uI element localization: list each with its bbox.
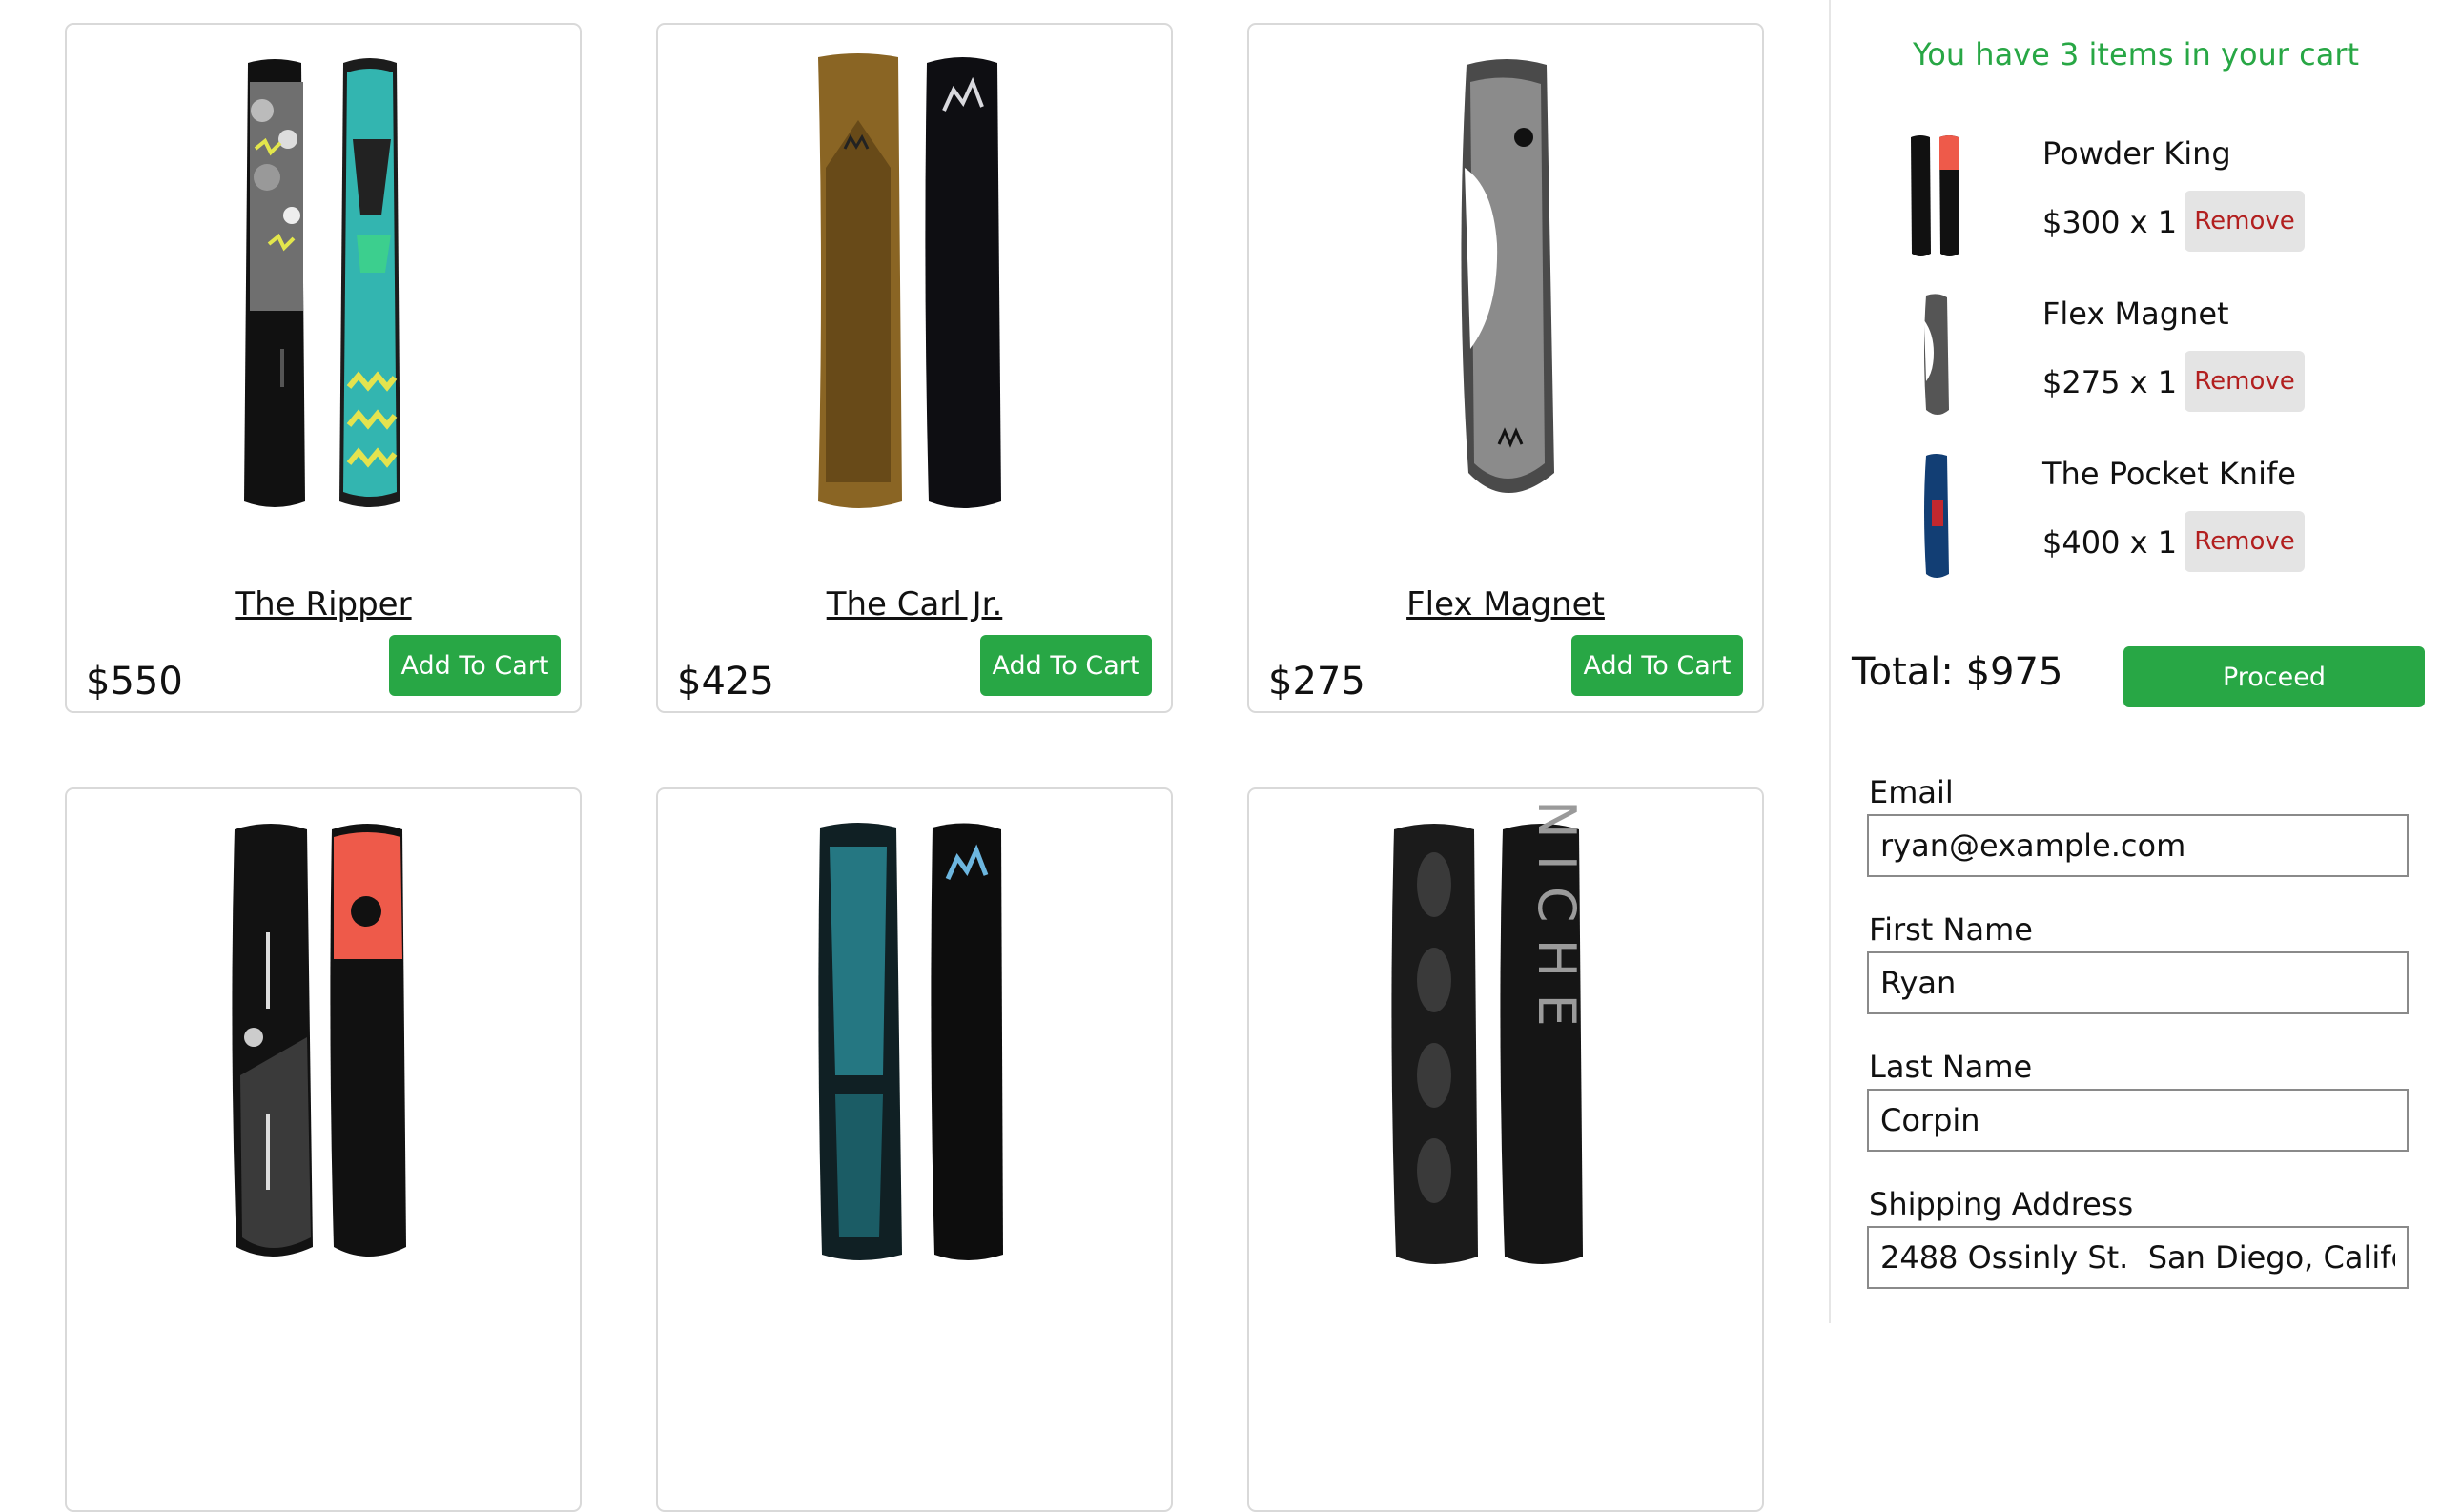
product-card: N I C H E: [1247, 787, 1764, 1512]
cart-heading: You have 3 items in your cart: [1912, 36, 2360, 72]
remove-button[interactable]: Remove: [2185, 191, 2305, 252]
product-name[interactable]: The Carl Jr.: [658, 585, 1171, 623]
product-card: [65, 787, 582, 1512]
product-card: [656, 787, 1173, 1512]
email-label: Email: [1869, 774, 1954, 810]
product-name[interactable]: Flex Magnet: [1249, 585, 1762, 623]
product-price: $550: [86, 660, 183, 704]
niche-board-text: N I C H E: [1527, 800, 1587, 1026]
cart-item-name: The Pocket Knife: [2042, 456, 2296, 492]
cart-item-price-qty: $400 x 1: [2042, 524, 2178, 561]
product-grid: The Ripper $550 Add To Cart The Carl Jr.…: [0, 0, 1829, 1512]
cart-item: The Pocket Knife $400 x 1 Remove: [1831, 452, 2441, 604]
email-field[interactable]: [1867, 814, 2409, 877]
product-card: Flex Magnet $275 Add To Cart: [1247, 23, 1764, 713]
product-image[interactable]: [658, 789, 1171, 1323]
product-price: $425: [677, 660, 774, 704]
product-image[interactable]: [658, 25, 1171, 559]
product-name[interactable]: The Ripper: [67, 585, 580, 623]
cart-item-thumbnail: [1924, 454, 1949, 578]
cart-item-thumbnail: [1911, 135, 1959, 256]
cart-item-name: Flex Magnet: [2042, 296, 2229, 332]
last-name-field[interactable]: [1867, 1089, 2409, 1152]
cart-total: Total: $975: [1852, 650, 2063, 694]
cart-item-name: Powder King: [2042, 135, 2231, 172]
product-price: $275: [1268, 660, 1365, 704]
remove-button[interactable]: Remove: [2185, 511, 2305, 572]
product-card: The Carl Jr. $425 Add To Cart: [656, 23, 1173, 713]
product-card: The Ripper $550 Add To Cart: [65, 23, 582, 713]
cart-item-price-qty: $275 x 1: [2042, 364, 2178, 400]
first-name-field[interactable]: [1867, 951, 2409, 1014]
product-image[interactable]: [67, 25, 580, 559]
product-image[interactable]: N I C H E: [1249, 789, 1762, 1323]
add-to-cart-button[interactable]: Add To Cart: [980, 635, 1152, 696]
shipping-address-label: Shipping Address: [1869, 1186, 2134, 1222]
proceed-button[interactable]: Proceed: [2123, 646, 2425, 707]
add-to-cart-button[interactable]: Add To Cart: [1571, 635, 1743, 696]
last-name-label: Last Name: [1869, 1049, 2033, 1085]
add-to-cart-button[interactable]: Add To Cart: [389, 635, 561, 696]
product-image[interactable]: [1249, 25, 1762, 559]
cart-sidebar: You have 3 items in your cart Powder Kin…: [1829, 0, 2441, 1323]
cart-item: Flex Magnet $275 x 1 Remove: [1831, 292, 2441, 444]
first-name-label: First Name: [1869, 911, 2033, 948]
cart-item: Powder King $300 x 1 Remove: [1831, 132, 2441, 284]
cart-item-price-qty: $300 x 1: [2042, 204, 2178, 240]
shipping-address-field[interactable]: [1867, 1226, 2409, 1289]
cart-item-thumbnail: [1924, 294, 1949, 415]
product-image[interactable]: [67, 789, 580, 1323]
remove-button[interactable]: Remove: [2185, 351, 2305, 412]
